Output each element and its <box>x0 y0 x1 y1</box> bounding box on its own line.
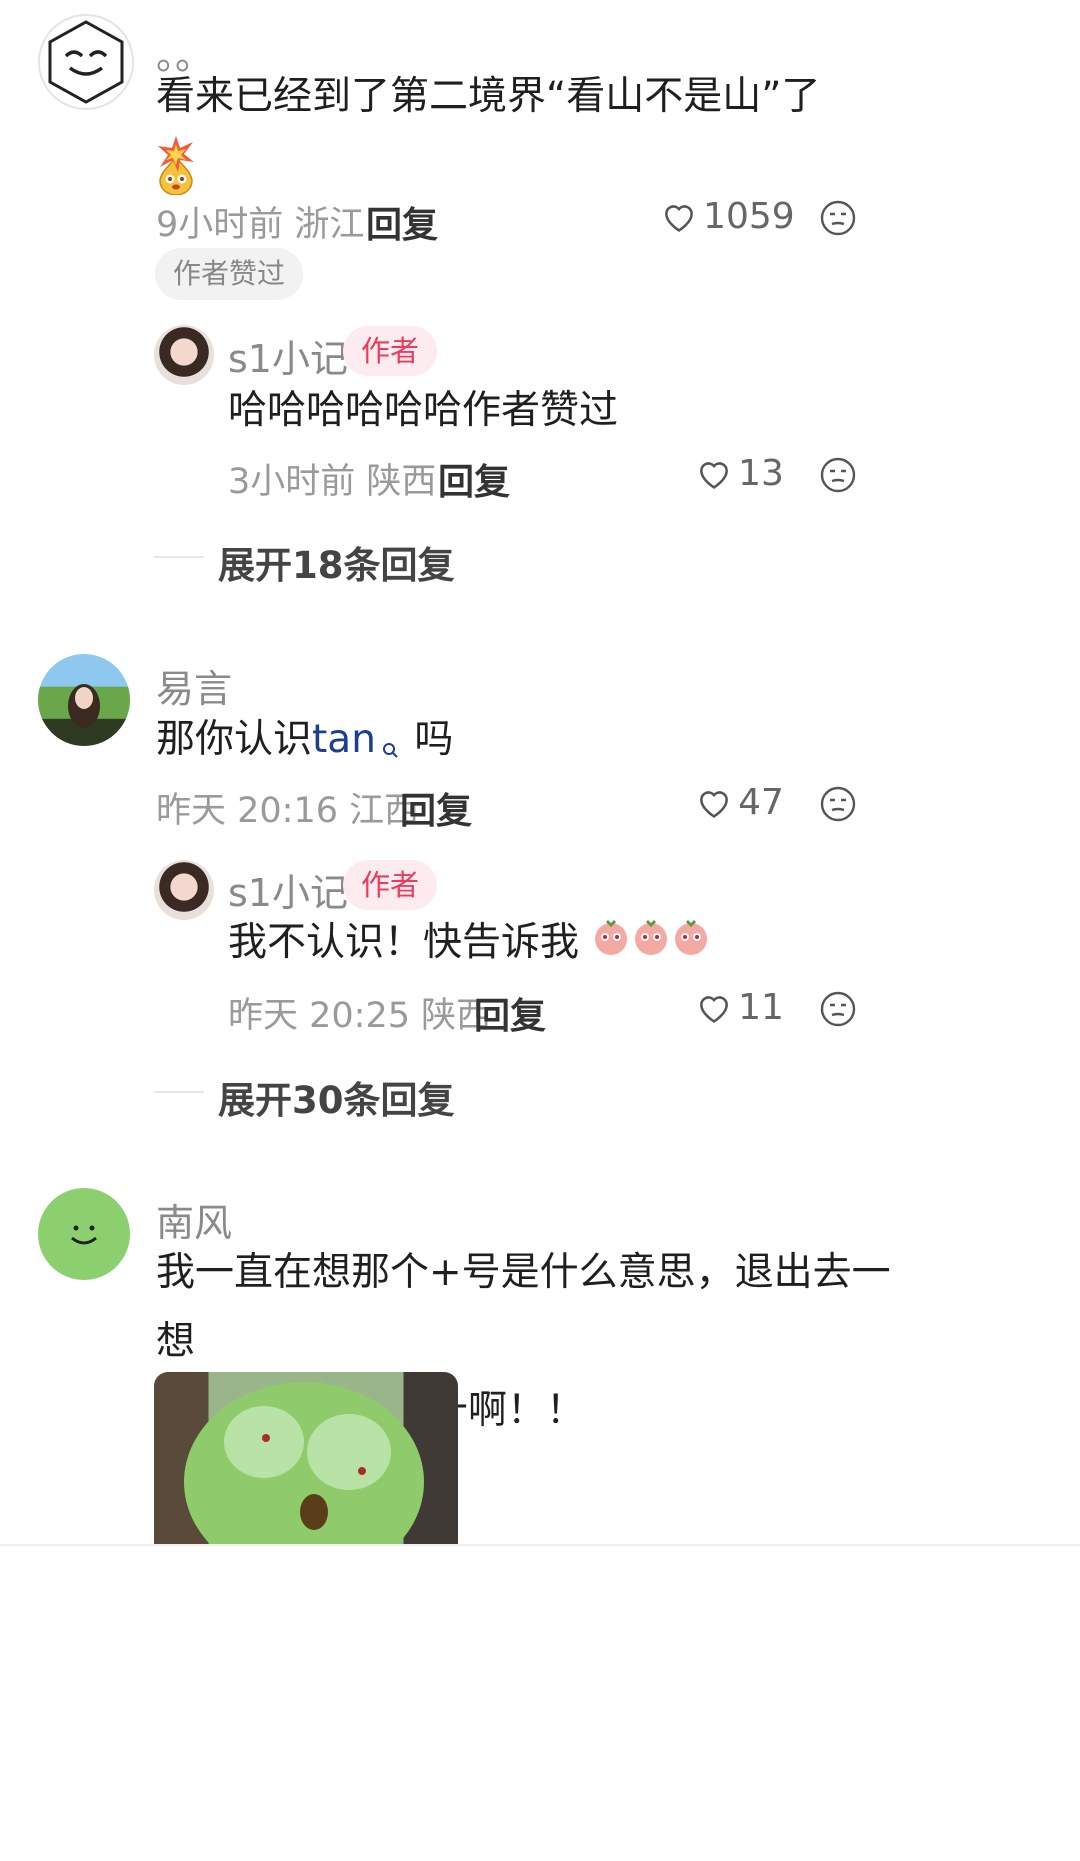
avatar[interactable] <box>38 1188 130 1280</box>
avatar[interactable] <box>38 14 134 110</box>
time: 昨天 20:16 <box>156 791 338 831</box>
like-count: 13 <box>738 453 784 494</box>
like-button[interactable]: 1059 <box>660 196 795 240</box>
sad-face-icon[interactable] <box>820 457 856 493</box>
search-link[interactable]: tan <box>312 717 376 762</box>
like-button[interactable]: 11 <box>695 987 784 1028</box>
avatar[interactable] <box>154 325 214 385</box>
reply-button[interactable]: 回复 <box>474 987 546 1039</box>
time: 3小时前 <box>228 462 356 502</box>
reply-button[interactable]: 回复 <box>400 782 472 834</box>
heart-outline-icon <box>695 989 733 1027</box>
bottom-divider <box>0 1544 1080 1546</box>
expand-replies-button[interactable]: 展开18条回复 <box>218 535 455 589</box>
reply-button[interactable]: 回复 <box>366 196 438 248</box>
reply-username[interactable]: s1小记 <box>228 328 348 383</box>
reply-button[interactable]: 回复 <box>438 453 510 505</box>
like-count: 47 <box>738 782 784 823</box>
author-liked-tag: 作者赞过 <box>155 248 304 300</box>
fire-emoji-icon <box>156 134 196 174</box>
like-button[interactable]: 13 <box>695 453 784 494</box>
author-badge: 作者 <box>343 326 438 376</box>
comment-meta: 昨天 20:16 江西 <box>156 782 419 833</box>
location: 浙江 <box>294 205 365 245</box>
comment-text: 看来已经到了第二境界“看山不是山”了 <box>156 62 856 200</box>
author-badge: 作者 <box>343 860 438 910</box>
time: 9小时前 <box>156 205 284 245</box>
comment-meta: 9小时前 浙江 <box>156 196 364 247</box>
like-count: 11 <box>738 987 784 1028</box>
divider <box>154 556 204 558</box>
reply-meta: 3小时前 陕西 <box>228 453 436 504</box>
search-icon <box>380 715 402 758</box>
time: 昨天 20:25 <box>228 996 410 1036</box>
reply-text: 哈哈哈哈哈哈作者赞过 <box>228 388 619 433</box>
expand-replies-button[interactable]: 展开30条回复 <box>218 1070 455 1124</box>
sad-face-icon[interactable] <box>820 991 856 1027</box>
heart-outline-icon <box>695 455 733 493</box>
reply-text: 我不认识！快告诉我 <box>228 908 711 979</box>
like-button[interactable]: 47 <box>695 782 784 823</box>
comment-text: 那你认识tan 吗 <box>156 715 454 762</box>
blush-emoji-icon <box>591 910 711 979</box>
heart-outline-icon <box>660 198 698 236</box>
heart-outline-icon <box>695 784 733 822</box>
sad-face-icon[interactable] <box>820 200 856 236</box>
comment-image[interactable] <box>154 1372 458 1544</box>
avatar[interactable] <box>154 860 214 920</box>
location: 陕西 <box>366 462 437 502</box>
like-count: 1059 <box>703 196 795 237</box>
divider <box>154 1091 204 1093</box>
reply-meta: 昨天 20:25 陕西 <box>228 987 491 1038</box>
sad-face-icon[interactable] <box>820 786 856 822</box>
avatar[interactable] <box>38 654 130 746</box>
